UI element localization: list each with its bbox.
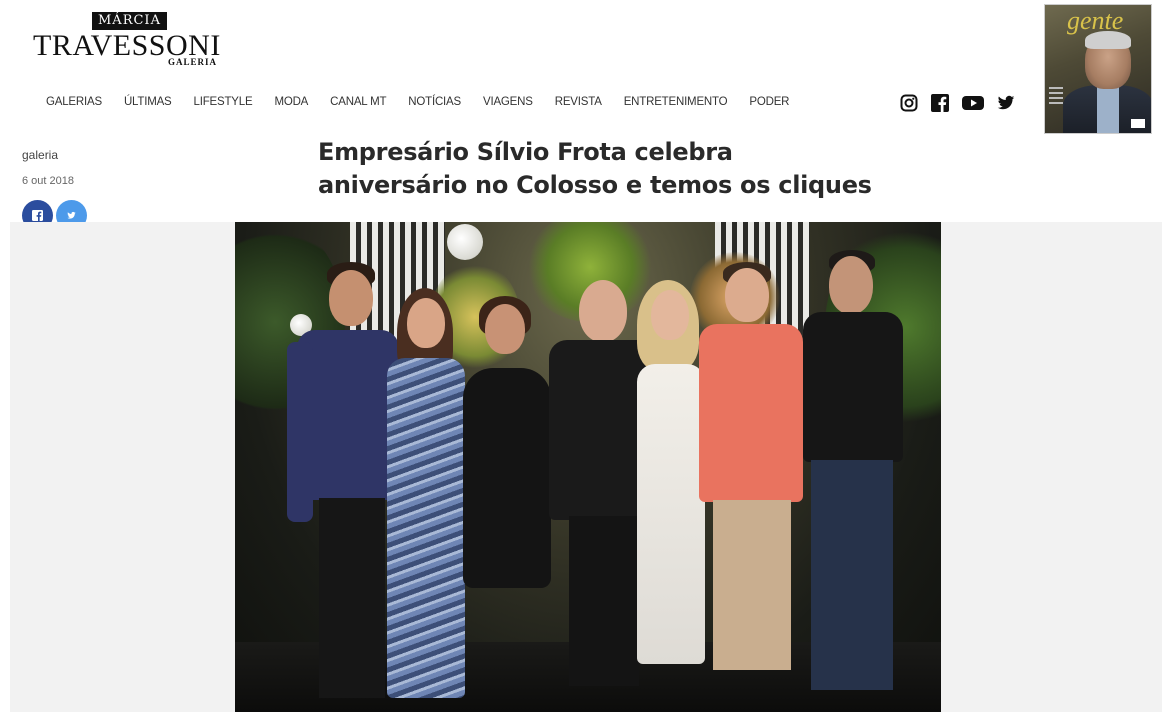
- magazine-cover-text-lines: [1049, 87, 1063, 117]
- magazine-cover-figure-hair: [1085, 31, 1131, 49]
- article-date: 6 out 2018: [22, 175, 74, 187]
- facebook-icon[interactable]: [931, 94, 949, 112]
- twitter-icon: [67, 211, 76, 219]
- article-title-line-2: aniversário no Colosso e temos os clique…: [318, 171, 872, 199]
- magazine-cover-figure-shirt: [1097, 87, 1119, 133]
- nav-item-entretenimento[interactable]: ENTRETENIMENTO: [624, 96, 728, 108]
- nav-item-canal-mt[interactable]: CANAL MT: [330, 96, 386, 108]
- magazine-cover[interactable]: gente: [1044, 4, 1152, 134]
- instagram-icon[interactable]: [900, 94, 918, 112]
- nav-item-lifestyle[interactable]: LIFESTYLE: [194, 96, 253, 108]
- nav-item-noticias[interactable]: NOTÍCIAS: [408, 96, 461, 108]
- nav-item-viagens[interactable]: VIAGENS: [483, 96, 533, 108]
- site-logo[interactable]: MÁRCIA TRAVESSONI GALERIA: [33, 12, 233, 72]
- logo-sub-text: GALERIA: [168, 57, 218, 67]
- article-title: Empresário Sílvio Frota celebra aniversá…: [318, 136, 878, 202]
- article-title-line-1: Empresário Sílvio Frota celebra: [318, 138, 733, 166]
- nav-item-moda[interactable]: MODA: [274, 96, 308, 108]
- facebook-icon: [32, 210, 43, 221]
- photo-person: [455, 296, 555, 696]
- photo-person: [797, 250, 907, 710]
- main-nav: GALERIAS ÚLTIMAS LIFESTYLE MODA CANAL MT…: [46, 96, 811, 108]
- nav-item-revista[interactable]: REVISTA: [555, 96, 602, 108]
- magazine-barcode: [1131, 119, 1145, 128]
- youtube-icon[interactable]: [962, 94, 984, 112]
- photo-person: [695, 262, 807, 682]
- nav-item-galerias[interactable]: GALERIAS: [46, 96, 102, 108]
- social-links: [900, 94, 1015, 112]
- photo-lamp: [447, 224, 483, 260]
- gallery-photo[interactable]: [235, 222, 941, 712]
- nav-item-poder[interactable]: PODER: [749, 96, 789, 108]
- twitter-icon[interactable]: [997, 94, 1015, 112]
- article-category[interactable]: galeria: [22, 148, 58, 162]
- nav-item-ultimas[interactable]: ÚLTIMAS: [124, 96, 172, 108]
